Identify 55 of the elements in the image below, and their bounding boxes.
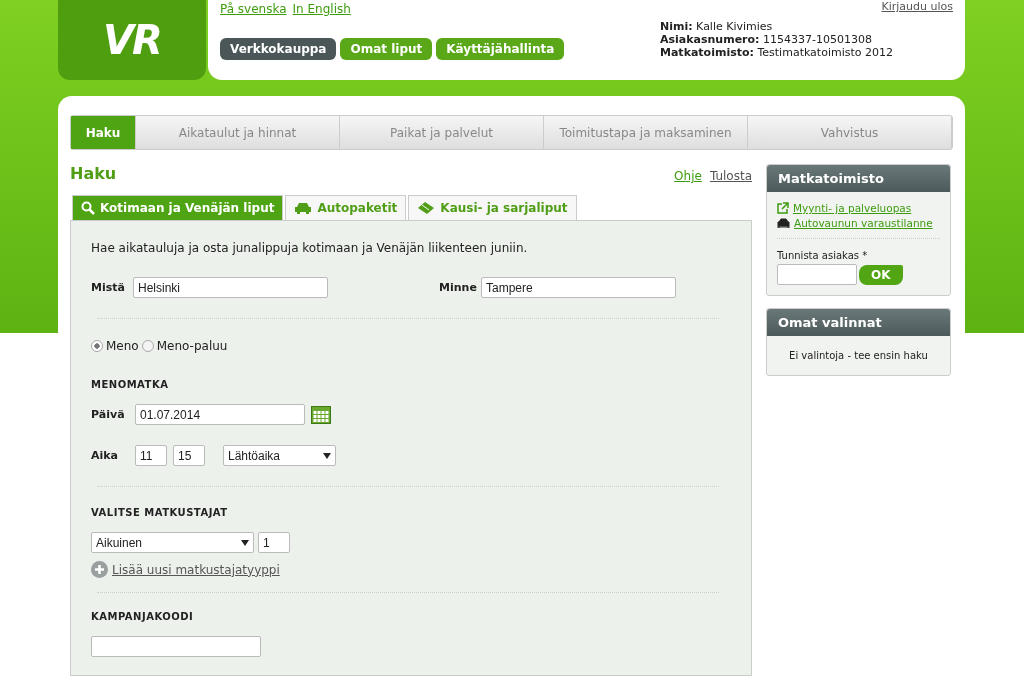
caret-icon: [241, 539, 249, 546]
time-mode-select[interactable]: Lähtöaika: [223, 445, 336, 466]
caret-icon: [323, 452, 331, 459]
info-label: Asiakasnumero:: [660, 33, 760, 46]
field-label: Aika: [91, 449, 120, 462]
hour-field[interactable]: 11: [135, 445, 167, 466]
nav-button[interactable]: Verkkokauppa: [220, 38, 337, 60]
search-icon: [81, 201, 95, 215]
section-heading: KAMPANJAKOODI: [91, 611, 195, 622]
external-link-icon: [777, 202, 789, 214]
step: Paikat ja palvelut: [340, 116, 544, 149]
field-label: Päivä: [91, 408, 126, 421]
panel-title: Omat valinnat: [767, 309, 950, 336]
info-label: Nimi:: [660, 20, 693, 33]
info-label: Matkatoimisto:: [660, 46, 754, 59]
section-heading: VALITSE MATKUSTAJAT: [91, 507, 229, 518]
car-icon: [777, 217, 790, 229]
field-label: Tunnista asiakas *: [777, 250, 869, 261]
tickets-icon: [417, 201, 436, 215]
step: Haku: [71, 116, 136, 149]
intro-text: Hae aikatauluja ja osta junalippuja kotimaan ja Venäjän liikenteen juniin.: [91, 241, 529, 255]
radio-label: Meno-paluu: [156, 339, 228, 353]
panel-title: Matkatoimisto: [767, 165, 950, 192]
language-link[interactable]: In English: [292, 2, 351, 16]
step: Toimitustapa ja maksaminen: [544, 116, 748, 149]
plus-icon: [91, 561, 108, 578]
step: Aikataulut ja hinnat: [136, 116, 340, 149]
logout-link[interactable]: Kirjaudu ulos: [881, 0, 953, 13]
input-field[interactable]: Tampere: [481, 277, 676, 298]
empty-message: Ei valintoja - tee ensin haku: [788, 349, 929, 363]
info-value: Kalle Kivimies: [696, 20, 773, 33]
add-passenger-link[interactable]: Lisää uusi matkustajatyyppi: [112, 562, 280, 577]
date-field[interactable]: 01.07.2014: [135, 404, 305, 425]
count-field[interactable]: 1: [258, 532, 290, 553]
calendar-icon[interactable]: [311, 405, 331, 424]
radio-button[interactable]: [141, 340, 154, 352]
field-label: Mistä: [91, 281, 126, 294]
page-link[interactable]: Ohje: [674, 169, 702, 183]
minute-field[interactable]: 15: [173, 445, 205, 466]
info-value: Testimatkatoimisto 2012: [757, 46, 893, 59]
logo: VR: [58, 0, 206, 80]
page-link[interactable]: Tulosta: [709, 169, 752, 183]
car-icon: [294, 201, 313, 215]
page-title: Haku: [70, 164, 117, 183]
radio-label: Meno: [106, 339, 139, 353]
input-field[interactable]: Helsinki: [133, 277, 328, 298]
passenger-type-select[interactable]: Aikuinen: [91, 532, 254, 553]
field-label: Minne: [439, 281, 475, 294]
customer-id-field[interactable]: [777, 264, 857, 285]
section-heading: MENOMATKA: [91, 379, 170, 390]
campaign-code-field[interactable]: [91, 636, 261, 657]
info-value: 1154337-10501308: [763, 33, 872, 46]
step: Vahvistus: [748, 116, 952, 149]
radio-button[interactable]: [91, 340, 103, 352]
language-link[interactable]: På svenska: [220, 2, 287, 16]
